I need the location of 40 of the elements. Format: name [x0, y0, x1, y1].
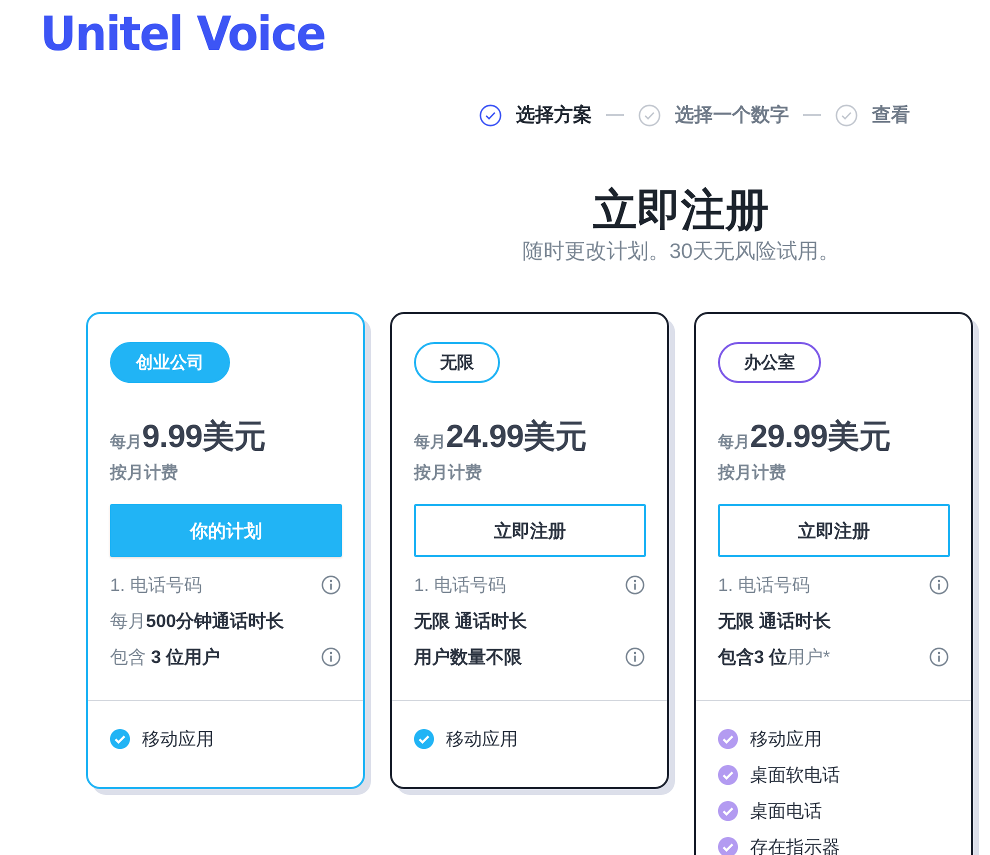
feature-text: 无限 通话时长	[718, 610, 832, 633]
logo[interactable]: Unitel Voice	[40, 4, 326, 64]
price: 9.99美元	[142, 417, 266, 456]
plan-badge: 办公室	[718, 342, 821, 383]
sign-up-button[interactable]: 立即注册	[414, 504, 646, 557]
app-feature: 桌面软电话	[750, 764, 840, 787]
billing-label: 按月计费	[718, 462, 787, 484]
price-prefix: 每月	[414, 432, 446, 453]
plan-badge: 无限	[414, 342, 500, 383]
billing-label: 按月计费	[110, 462, 179, 484]
app-feature: 移动应用	[750, 728, 822, 751]
app-feature: 移动应用	[446, 728, 518, 751]
step-label: 查看	[872, 104, 910, 128]
info-icon[interactable]	[625, 647, 645, 667]
info-icon[interactable]	[321, 575, 341, 595]
feature-text: 1. 电话号码	[718, 574, 810, 597]
feature-text: 1. 电话号码	[414, 574, 506, 597]
step-label: 选择方案	[516, 103, 592, 128]
price-prefix: 每月	[110, 432, 142, 453]
info-icon[interactable]	[625, 575, 645, 595]
feature-text: 包含3 位用户*	[718, 646, 830, 669]
step-label: 选择一个数字	[675, 104, 789, 128]
price-prefix: 每月	[718, 432, 750, 453]
billing-label: 按月计费	[414, 462, 483, 484]
plan-badge: 创业公司	[110, 342, 230, 383]
price: 24.99美元	[446, 417, 587, 456]
info-icon[interactable]	[929, 575, 949, 595]
feature-text: 用户数量不限	[414, 646, 522, 669]
feature-text: 1. 电话号码	[110, 574, 202, 597]
page-subtitle: 随时更改计划。30天无风险试用。	[522, 239, 840, 265]
info-icon[interactable]	[321, 647, 341, 667]
sign-up-button[interactable]: 立即注册	[718, 504, 950, 557]
feature-text: 无限 通话时长	[414, 610, 528, 633]
info-icon[interactable]	[929, 647, 949, 667]
app-feature: 移动应用	[142, 728, 214, 751]
price: 29.99美元	[750, 417, 891, 456]
feature-text: 包含 3 位用户	[110, 646, 220, 669]
feature-text: 每月500分钟通话时长	[110, 610, 284, 633]
app-feature: 桌面电话	[750, 800, 822, 823]
page-title: 立即注册	[593, 185, 769, 237]
